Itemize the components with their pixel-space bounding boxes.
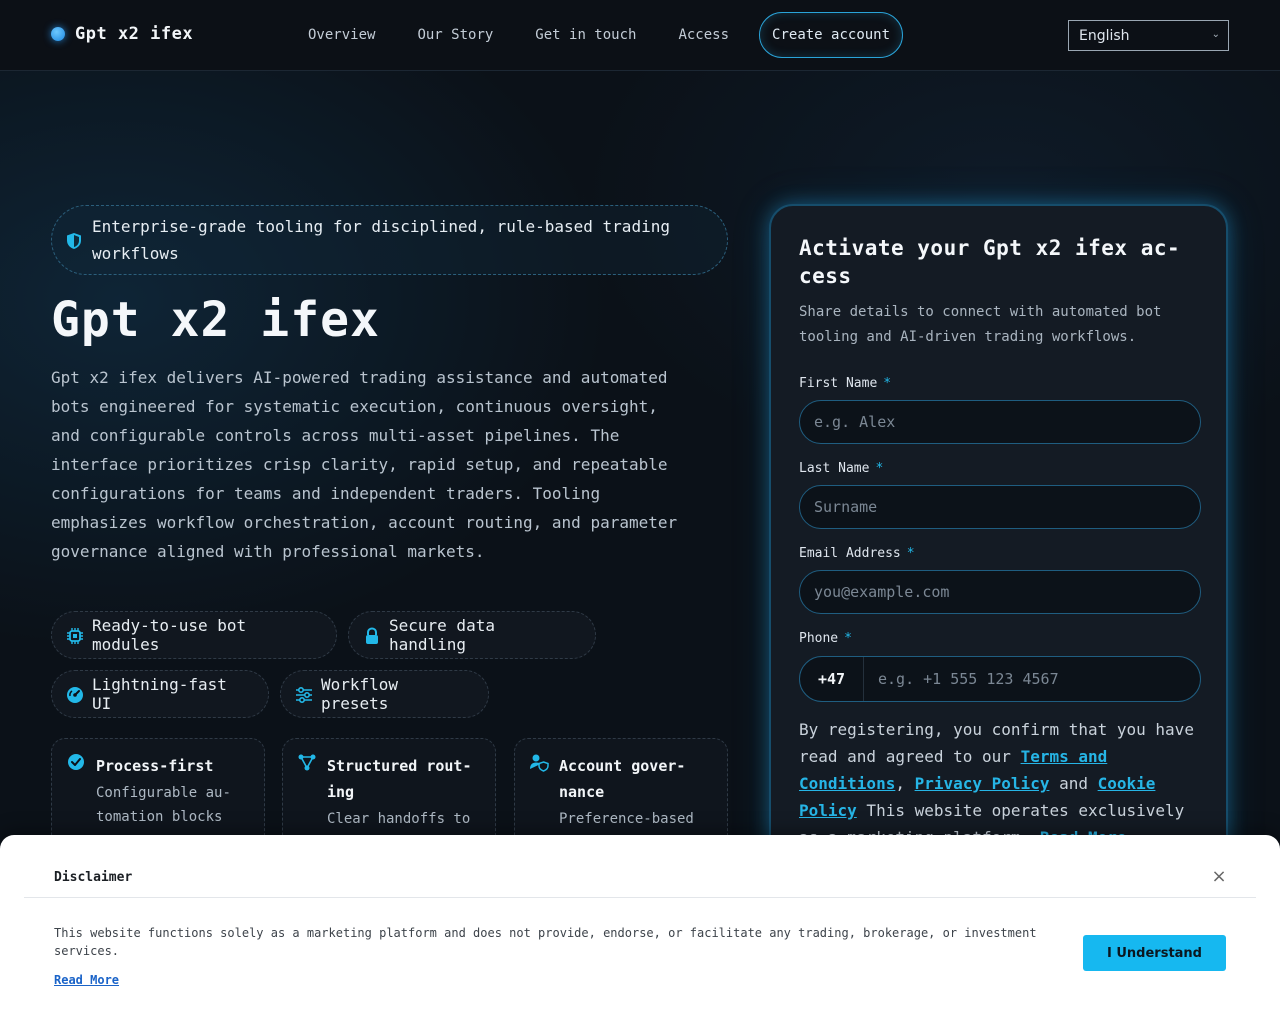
chevron-down-icon: ⌄	[1211, 29, 1220, 40]
signup-form-card: Activate your Gpt x2 ifex ac­cess Share …	[769, 204, 1228, 904]
consent-prefix: By registering, you confirm that you hav…	[799, 720, 1194, 766]
required-mark: *	[906, 546, 915, 561]
top-navbar: Gpt x2 ifex Overview Our Story Get in to…	[0, 0, 1280, 71]
lock-icon	[366, 627, 378, 644]
route-icon	[298, 754, 316, 771]
last-name-label: Last Name *	[799, 461, 883, 476]
i-understand-button[interactable]: I Understand	[1083, 935, 1226, 971]
chip-workflow-presets: Workflow presets	[280, 670, 489, 718]
brand-dot-icon	[51, 27, 65, 41]
brand-name: Gpt x2 ifex	[75, 24, 194, 44]
consent-comma: ,	[895, 774, 915, 793]
language-select[interactable]: English ⌄	[1068, 20, 1229, 51]
disclaimer-read-more-link[interactable]: Read More	[54, 973, 119, 987]
phone-label-text: Phone	[799, 631, 839, 646]
hero-badge: Enterprise-grade tooling for disciplined…	[51, 205, 728, 275]
language-value: English	[1079, 27, 1130, 44]
feature-title: Process-first	[96, 757, 214, 775]
nav-get-in-touch[interactable]: Get in touch	[535, 27, 636, 43]
required-mark: *	[875, 461, 884, 476]
create-account-button[interactable]: Create account	[759, 12, 904, 58]
required-mark: *	[883, 376, 892, 391]
hero-description: Gpt x2 ifex delivers AI-powered trading …	[51, 368, 678, 561]
disclaimer-banner: Disclaimer × This website functions sole…	[0, 835, 1280, 1024]
required-mark: *	[844, 631, 852, 646]
feature-description: Configurable au­tomation blocks	[96, 785, 231, 825]
chip-bot-modules: Ready-to-use bot modules	[51, 611, 337, 659]
nav-overview[interactable]: Overview	[308, 27, 375, 43]
hero-badge-text: Enterprise-grade tooling for disciplined…	[92, 217, 670, 263]
last-name-label-text: Last Name	[799, 461, 870, 476]
email-label-text: Email Address	[799, 546, 901, 561]
chip-label: Workflow presets	[321, 675, 399, 713]
consent-text: By registering, you confirm that you hav…	[799, 716, 1204, 851]
feature-description: Preference-based	[559, 811, 694, 827]
brand-logo[interactable]: Gpt x2 ifex	[51, 24, 193, 44]
form-subtitle: Share details to connect with automated …	[799, 304, 1162, 345]
phone-input[interactable]	[864, 657, 1200, 701]
chip-secure-data: Secure data handling	[348, 611, 596, 659]
sliders-icon	[296, 686, 312, 704]
close-icon[interactable]: ×	[1210, 868, 1228, 886]
last-name-input[interactable]	[799, 485, 1201, 529]
shield-icon	[67, 233, 81, 249]
form-title: Activate your Gpt x2 ifex ac­cess	[799, 236, 1180, 288]
chip-label: Ready-to-use bot modules	[92, 616, 247, 654]
email-label: Email Address *	[799, 546, 915, 561]
user-shield-icon	[530, 754, 549, 772]
first-name-label-text: First Name	[799, 376, 878, 391]
nav-access[interactable]: Access	[678, 27, 729, 43]
check-circle-icon	[68, 754, 84, 770]
phone-label: Phone *	[799, 631, 852, 646]
phone-field: +47	[799, 656, 1201, 702]
email-input[interactable]	[799, 570, 1201, 614]
first-name-input[interactable]	[799, 400, 1201, 444]
chip-icon	[67, 628, 83, 644]
chip-label: Secure data handling	[389, 616, 495, 654]
privacy-link[interactable]: Privacy Policy	[915, 774, 1050, 793]
chip-fast-ui: Lightning-fast UI	[51, 670, 269, 718]
chip-label: Lightning-fast UI	[92, 675, 227, 713]
nav-our-story[interactable]: Our Story	[417, 27, 493, 43]
main-nav: Overview Our Story Get in touch Access C…	[308, 12, 945, 58]
disclaimer-title: Disclaimer	[54, 870, 133, 885]
phone-country-code[interactable]: +47	[800, 657, 864, 701]
feature-description: Clear handoffs to	[327, 811, 471, 827]
gauge-icon	[67, 687, 83, 703]
hero-title: Gpt x2 ifex	[51, 292, 380, 348]
disclaimer-divider	[24, 897, 1256, 898]
feature-title: Structured rout­ing	[327, 757, 472, 801]
first-name-label: First Name *	[799, 376, 891, 391]
consent-and: and	[1049, 774, 1098, 793]
feature-title: Account gover­nance	[559, 757, 686, 801]
disclaimer-text: This website functions solely as a marke…	[54, 926, 1037, 958]
